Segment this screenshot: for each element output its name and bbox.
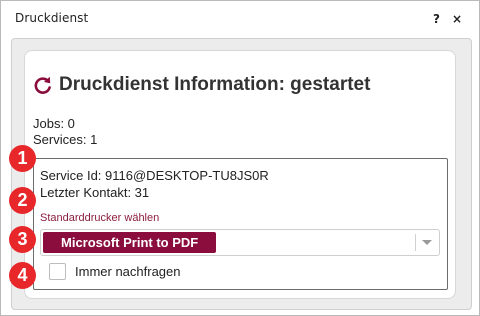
refresh-icon[interactable] <box>33 75 53 95</box>
dropdown-separator <box>415 234 416 251</box>
last-contact: Letzter Kontakt: 31 <box>40 185 150 200</box>
close-button[interactable]: × <box>452 13 462 25</box>
always-ask-label: Immer nachfragen <box>75 264 181 279</box>
step-marker-2: 2 <box>9 187 36 214</box>
help-button[interactable]: ? <box>433 13 440 25</box>
default-printer-select[interactable]: Microsoft Print to PDF <box>40 229 440 256</box>
default-printer-label: Standarddrucker wählen <box>40 212 160 224</box>
chevron-down-icon[interactable] <box>422 240 432 245</box>
window-title: Druckdienst <box>15 11 89 25</box>
service-id: Service Id: 9116@DESKTOP-TU8JS0R <box>40 168 269 183</box>
always-ask-checkbox[interactable] <box>49 263 66 280</box>
step-marker-1: 1 <box>9 145 36 172</box>
titlebar: Druckdienst ? × <box>1 1 479 37</box>
header-title: Druckdienst Information: gestartet <box>59 74 371 95</box>
step-marker-3: 3 <box>9 226 36 253</box>
jobs-count: Jobs: 0 <box>33 116 75 131</box>
services-count: Services: 1 <box>33 132 98 147</box>
step-marker-4: 4 <box>9 262 36 289</box>
page-title: Druckdienst Information: gestartet <box>33 74 370 96</box>
selected-printer-chip: Microsoft Print to PDF <box>43 232 217 253</box>
